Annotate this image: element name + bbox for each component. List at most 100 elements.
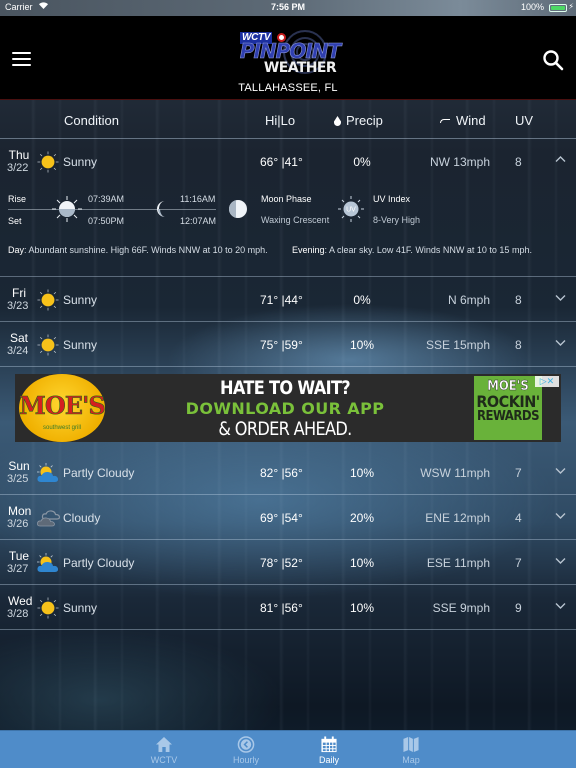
hi-lo-temp: 69° |54°	[260, 511, 303, 525]
ad-headline: HATE TO WAIT?	[220, 377, 351, 399]
location-label: TALLAHASSEE, FL	[238, 82, 338, 94]
condition-text: Cloudy	[63, 511, 101, 525]
day-name: Thu	[8, 148, 30, 162]
chevron-down-icon[interactable]	[555, 555, 566, 566]
wind-value: ENE 12mph	[425, 511, 490, 525]
moon-phase-label: Moon Phase	[261, 194, 312, 204]
ad-banner[interactable]: MOE'S southwest grill HATE TO WAIT? DOWN…	[15, 374, 561, 442]
column-uv: UV	[515, 113, 534, 128]
tab-wctv[interactable]: WCTV	[134, 731, 194, 768]
ad-cta: DOWNLOAD OUR APP	[185, 399, 385, 418]
chevron-down-icon[interactable]	[555, 600, 566, 611]
precip-chance: 0%	[353, 293, 371, 307]
moonrise-time: 11:16AM	[180, 194, 216, 204]
sunny-icon	[36, 289, 60, 311]
uv-index-label: UV Index	[373, 194, 411, 204]
precip-chance: 10%	[349, 601, 375, 615]
tab-hourly[interactable]: Hourly	[216, 731, 276, 768]
hi-lo-temp: 81° |56°	[260, 601, 303, 615]
day-row-sun[interactable]: Sun 3/25 Partly Cloudy 82° |56° 10% WSW 11mph…	[0, 450, 576, 495]
sunny-icon	[36, 151, 60, 173]
partly-cloudy-icon	[36, 462, 60, 484]
condition-text: Partly Cloudy	[63, 556, 135, 570]
condition-text: Partly Cloudy	[63, 466, 135, 480]
battery-percent: 100%	[520, 2, 544, 12]
wind-value: ESE 11mph	[426, 556, 490, 570]
chevron-up-icon[interactable]	[555, 154, 566, 165]
sunset-time: 07:50PM	[88, 216, 125, 226]
tab-map[interactable]: Map	[381, 731, 441, 768]
precip-chance: 10%	[349, 338, 375, 352]
day-detail-panel: Rise Set 07:39AM 07:50PM 11:16AM 12:07AM…	[0, 185, 576, 277]
condition-text: Sunny	[63, 338, 98, 352]
condition-text: Sunny	[63, 293, 98, 307]
day-name: Sat	[9, 331, 28, 345]
day-row-mon[interactable]: Mon 3/26 Cloudy 69° |54° 20% ENE 12mph 4	[0, 495, 576, 540]
ad-subline: & ORDER AHEAD.	[218, 418, 352, 440]
day-row-tue[interactable]: Tue 3/27 Partly Cloudy 78° |52° 10% ESE 11mph…	[0, 540, 576, 585]
calendar-icon	[321, 736, 337, 753]
hi-lo-temp: 78° |52°	[260, 556, 303, 570]
day-row-sat[interactable]: Sat 3/24 Sunny 75° |59° 10% SSE 15mph 8	[0, 322, 576, 367]
ad-brand-name: MOE'S	[19, 391, 106, 421]
uv-index-icon: UV	[338, 196, 364, 222]
column-precip: Precip	[334, 113, 383, 128]
sunrise-sunset-icon	[52, 196, 82, 222]
day-date: 3/26	[7, 518, 29, 530]
day-row-thu[interactable]: Thu 3/22 Sunny 66° |41° 0% NW 13mph 8	[0, 139, 576, 184]
precip-chance: 10%	[349, 556, 375, 570]
evening-text: : A clear sky. Low 41F. Winds NNW at 10 …	[324, 245, 532, 255]
day-date: 3/27	[7, 563, 29, 575]
ad-brand-sub: southwest grill	[42, 425, 81, 431]
column-wind: Wind	[440, 113, 486, 128]
tab-label: Map	[402, 755, 420, 765]
menu-button[interactable]	[12, 52, 31, 66]
ad-rewards-line1: ROCKIN'	[476, 392, 540, 411]
hamburger-line	[12, 64, 31, 66]
status-bar: Carrier 7:56 PM 100% ⚡	[0, 0, 576, 16]
adchoices-close-icon[interactable]: ▷✕	[535, 376, 559, 387]
search-button[interactable]	[542, 49, 564, 71]
home-icon	[156, 737, 172, 752]
tab-bar: WCTV Hourly Daily Map	[0, 730, 576, 768]
day-text: : Abundant sunshine. High 66F. Winds NNW…	[24, 245, 268, 255]
sunrise-time: 07:39AM	[88, 194, 125, 204]
clock: 7:56 PM	[270, 2, 305, 12]
chevron-down-icon[interactable]	[555, 510, 566, 521]
day-row-fri[interactable]: Fri 3/23 Sunny 71° |44° 0% N 6mph 8	[0, 277, 576, 322]
ad-brand-logo: MOE'S southwest grill	[19, 374, 106, 442]
day-date: 3/22	[7, 162, 29, 174]
sunny-icon	[36, 334, 60, 356]
hi-lo-temp: 82° |56°	[260, 466, 303, 480]
set-label: Set	[8, 216, 22, 226]
day-name: Wed	[8, 594, 33, 608]
clock-icon	[237, 736, 255, 753]
chevron-down-icon[interactable]	[555, 337, 566, 348]
tab-daily[interactable]: Daily	[299, 731, 359, 768]
day-name: Tue	[8, 549, 30, 563]
moon-phase-icon	[229, 200, 247, 218]
column-precip-label: Precip	[346, 113, 383, 128]
column-condition: Condition	[64, 113, 119, 128]
condition-text: Sunny	[63, 601, 98, 615]
logo-weather: WEATHER	[263, 60, 337, 76]
moonset-time: 12:07AM	[180, 216, 217, 226]
day-name: Mon	[8, 504, 32, 518]
map-icon	[403, 736, 419, 753]
chevron-down-icon[interactable]	[555, 465, 566, 476]
day-date: 3/25	[7, 473, 29, 485]
chevron-down-icon[interactable]	[555, 292, 566, 303]
search-icon	[543, 50, 564, 71]
moon-phase-value: Waxing Crescent	[261, 215, 330, 225]
ad-rewards-line2: REWARDS	[476, 409, 540, 424]
precip-chance: 0%	[353, 155, 371, 169]
precip-chance: 20%	[349, 511, 375, 525]
day-date: 3/28	[7, 608, 29, 620]
uv-value: 7	[515, 466, 522, 480]
day-forecast-text: Day: Abundant sunshine. High 66F. Winds …	[8, 243, 276, 257]
wind-value: SSE 15mph	[425, 338, 490, 352]
svg-text:UV: UV	[346, 207, 356, 214]
tab-label: Daily	[318, 755, 339, 765]
day-row-wed[interactable]: Wed 3/28 Sunny 81° |56° 10% SSE 9mph 9	[0, 585, 576, 630]
uv-value: 7	[515, 556, 522, 570]
